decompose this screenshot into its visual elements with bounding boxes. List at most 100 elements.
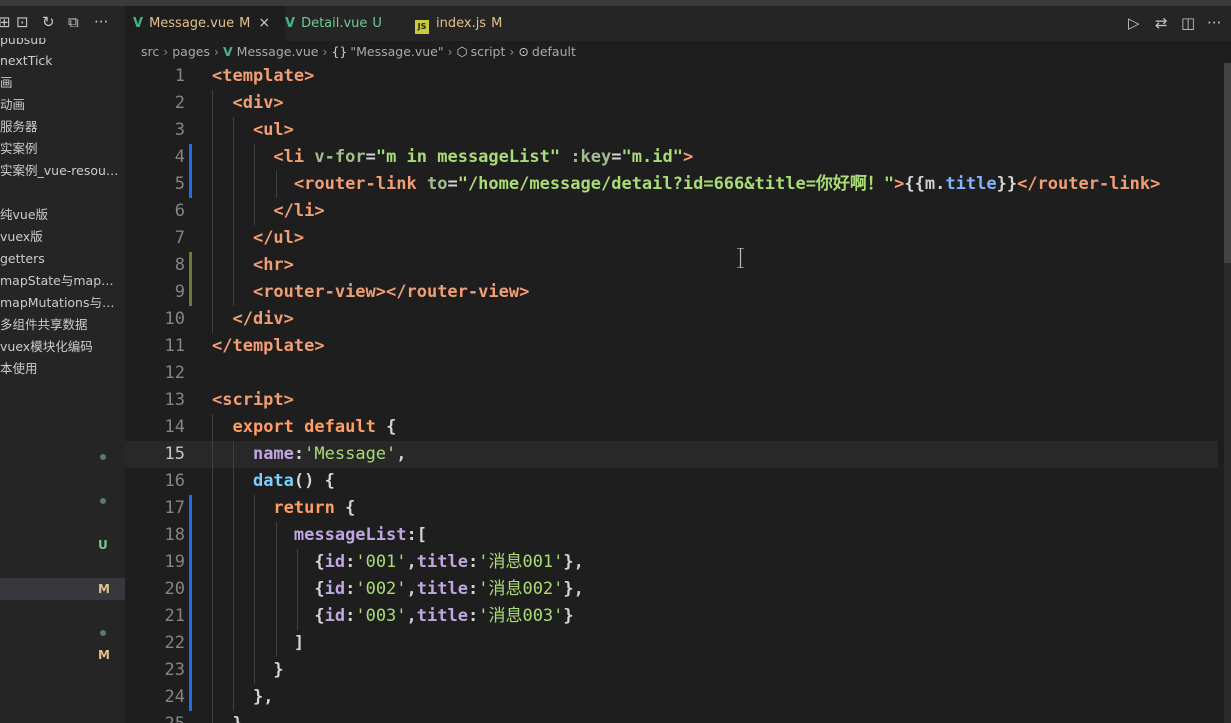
code-line[interactable]: 25 } — [125, 711, 1218, 723]
new-folder-icon[interactable]: ⊡ — [16, 14, 29, 30]
git-change-indicator — [189, 495, 192, 522]
explorer-item[interactable]: getters — [0, 248, 125, 270]
code-line[interactable]: 4 <li v-for="m in messageList" :key="m.i… — [125, 144, 1218, 171]
code-line[interactable]: 24 }, — [125, 684, 1218, 711]
explorer-item[interactable]: 画 — [0, 72, 125, 94]
close-icon[interactable]: × — [258, 15, 270, 31]
code-line[interactable]: 23 } — [125, 657, 1218, 684]
breadcrumb-src[interactable]: src — [141, 44, 159, 59]
code-line[interactable]: 14 export default { — [125, 414, 1218, 441]
new-file-icon[interactable]: ⊞ — [0, 14, 11, 30]
vertical-scrollbar[interactable] — [1224, 63, 1231, 723]
code-text: </template> — [212, 336, 325, 356]
explorer-item[interactable]: 本使用 — [0, 358, 125, 380]
code-text: </li> — [273, 201, 325, 221]
explorer-row[interactable] — [0, 446, 125, 468]
modified-dot-icon — [100, 454, 106, 460]
code-line[interactable]: 9 <router-view></router-view> — [125, 279, 1218, 306]
breadcrumb-default[interactable]: default — [532, 44, 576, 59]
explorer-item[interactable]: 实案例 — [0, 138, 125, 160]
chevron-right-icon: › — [447, 44, 453, 59]
code-line[interactable]: 2 <div> — [125, 90, 1218, 117]
explorer-row[interactable] — [0, 512, 125, 534]
code-line[interactable]: 16 data() { — [125, 468, 1218, 495]
explorer-toolbar: ⊞ ⊡ ↻ ⧉ ··· — [0, 6, 125, 38]
tab-detail-vue[interactable]: V Detail.vue U — [285, 6, 405, 41]
code-line[interactable]: 17 return { — [125, 495, 1218, 522]
code-line[interactable]: 13 <script> — [125, 387, 1218, 414]
vue-file-icon: V — [222, 44, 233, 59]
code-text: return { — [273, 498, 356, 518]
more-actions-icon[interactable]: ··· — [1207, 12, 1221, 34]
scrollbar-thumb[interactable] — [1224, 63, 1231, 263]
code-line[interactable]: 3 <ul> — [125, 117, 1218, 144]
code-text: <router-view></router-view> — [252, 282, 530, 302]
variable-icon: ⊙ — [518, 44, 529, 59]
explorer-item[interactable]: nextTick — [0, 50, 125, 72]
collapse-all-icon[interactable]: ⧉ — [68, 14, 79, 30]
code-line[interactable]: 22 ] — [125, 630, 1218, 657]
code-line[interactable]: 15 name:'Message', — [125, 441, 1218, 468]
explorer-item[interactable]: 动画 — [0, 94, 125, 116]
code-line[interactable]: 8 <hr> — [125, 252, 1218, 279]
explorer-row[interactable]: M — [0, 578, 125, 600]
code-line[interactable]: 21 {id:'003',title:'消息003'} — [125, 603, 1218, 630]
explorer-item[interactable]: 服务器 — [0, 116, 125, 138]
code-text: <script> — [212, 390, 294, 410]
line-number: 18 — [164, 525, 185, 545]
code-line[interactable]: 1 <template> — [125, 63, 1218, 90]
refresh-icon[interactable]: ↻ — [42, 14, 55, 30]
git-change-indicator — [189, 657, 192, 684]
explorer-item[interactable]: vuex版 — [0, 226, 125, 248]
explorer-item[interactable]: 多组件共享数据 — [0, 314, 125, 336]
explorer-row[interactable] — [0, 600, 125, 622]
git-change-indicator — [189, 684, 192, 711]
explorer-row[interactable] — [0, 622, 125, 644]
line-number: 14 — [164, 417, 185, 437]
explorer-item[interactable]: mapState与mapGett... — [0, 270, 125, 292]
git-change-indicator — [189, 252, 192, 279]
explorer-item[interactable]: 实案例_vue-resource — [0, 160, 125, 182]
text-cursor-icon — [737, 248, 744, 268]
run-icon[interactable]: ▷ — [1128, 12, 1140, 34]
code-line[interactable]: 7 </ul> — [125, 225, 1218, 252]
split-editor-icon[interactable]: ◫ — [1181, 12, 1195, 34]
chevron-right-icon: › — [509, 44, 515, 59]
more-actions-icon[interactable]: ··· — [94, 14, 108, 30]
git-status-badge: M — [98, 648, 110, 662]
chevron-right-icon: › — [163, 44, 169, 59]
code-line[interactable]: 6 </li> — [125, 198, 1218, 225]
line-number: 19 — [164, 552, 185, 572]
explorer-row[interactable] — [0, 490, 125, 512]
code-line[interactable]: 11 </template> — [125, 333, 1218, 360]
object-braces-icon: {} — [331, 44, 348, 59]
code-line[interactable]: 10 </div> — [125, 306, 1218, 333]
explorer-row[interactable]: M — [0, 644, 125, 666]
code-editor[interactable]: 1 <template> 2 <div> 3 <ul> 4 <li v-for="m i… — [125, 63, 1218, 723]
explorer-row[interactable]: U — [0, 534, 125, 556]
explorer-item[interactable]: 纯vue版 — [0, 204, 125, 226]
tab-index-js[interactable]: JS index.js M — [415, 6, 535, 41]
explorer-item[interactable]: pubsub — [0, 38, 125, 50]
code-line[interactable]: 18 messageList:[ — [125, 522, 1218, 549]
explorer-row[interactable] — [0, 468, 125, 490]
source-control-compare-icon[interactable]: ⇄ — [1155, 12, 1168, 34]
breadcrumb-script[interactable]: script — [471, 44, 506, 59]
code-line[interactable]: 19 {id:'001',title:'消息001'}, — [125, 549, 1218, 576]
code-text: </ul> — [252, 228, 305, 248]
tab-message-vue[interactable]: V Message.vue M × — [125, 6, 285, 41]
code-line[interactable]: 12 — [125, 360, 1218, 387]
code-line[interactable]: 5 <router-link to="/home/message/detail?… — [125, 171, 1218, 198]
code-line[interactable]: 20 {id:'002',title:'消息002'}, — [125, 576, 1218, 603]
explorer-item[interactable] — [0, 182, 125, 204]
editor-tab-bar: V Message.vue M × V Detail.vue U JS index.js M … — [125, 6, 1231, 41]
explorer-row[interactable] — [0, 556, 125, 578]
code-text: {id:'001',title:'消息001'}, — [314, 552, 584, 572]
git-change-indicator — [189, 144, 192, 171]
breadcrumb-file[interactable]: Message.vue — [237, 44, 319, 59]
breadcrumb-module[interactable]: "Message.vue" — [350, 44, 443, 59]
explorer-item[interactable]: vuex模块化编码 — [0, 336, 125, 358]
git-change-indicator — [189, 279, 192, 306]
breadcrumb-pages[interactable]: pages — [172, 44, 210, 59]
explorer-item[interactable]: mapMutations与ma... — [0, 292, 125, 314]
